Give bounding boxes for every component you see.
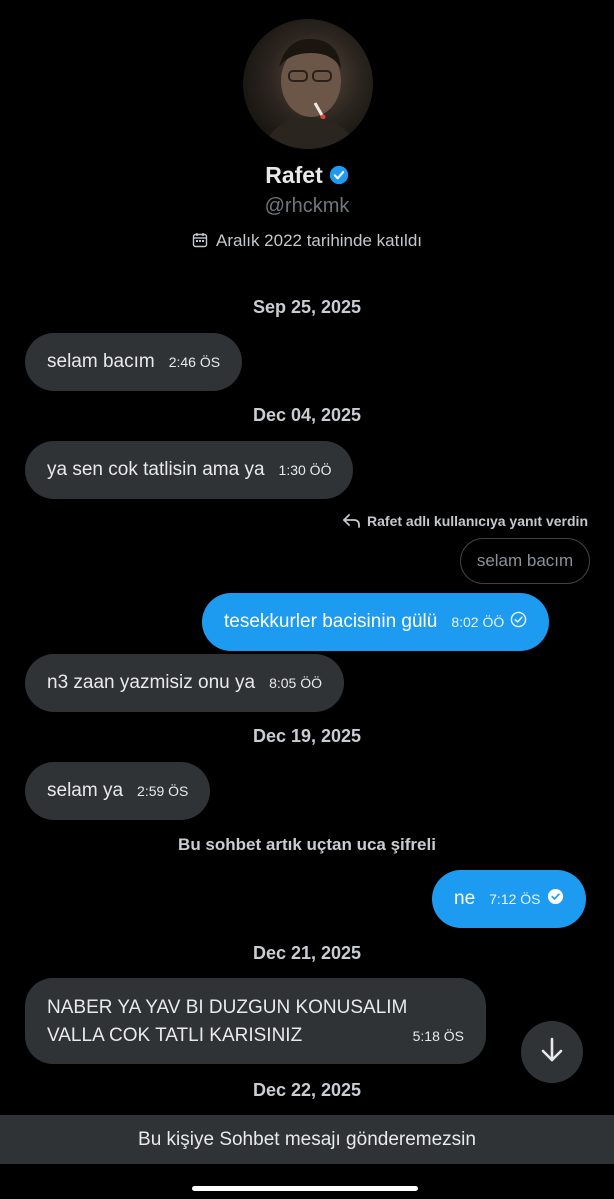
arrow-down-icon (538, 1036, 566, 1069)
message-text-line: VALLA COK TATLI KARISINIZ (47, 1025, 303, 1046)
cannot-message-text: Bu kişiye Sohbet mesajı gönderemezsin (138, 1128, 476, 1150)
message-time: 2:46 ÖS (168, 354, 221, 370)
received-message[interactable]: n3 zaan yazmisiz onu ya 8:05 ÖÖ (25, 654, 344, 712)
received-message[interactable]: ya sen cok tatlisin ama ya 1:30 ÖÖ (25, 441, 354, 499)
message-time: 2:59 ÖS (137, 783, 189, 799)
message-text: selam bacım (47, 351, 155, 372)
reply-arrow-icon (343, 514, 361, 531)
reply-context: Rafet adlı kullanıcıya yanıt verdin (343, 513, 588, 531)
message-time: 8:05 ÖÖ (269, 675, 322, 691)
message-text: selam ya (47, 780, 124, 801)
sent-message[interactable]: ne 7:12 ÖS (432, 870, 586, 928)
profile-name: Rafet (265, 162, 323, 188)
calendar-icon (192, 232, 208, 253)
sent-check-icon (510, 611, 527, 634)
message-text: tesekkurler bacisinin gülü (224, 611, 438, 632)
message-text: ya sen cok tatlisin ama ya (47, 459, 265, 480)
avatar-photo (263, 38, 357, 149)
message-text: n3 zaan yazmisiz onu ya (47, 672, 256, 693)
encryption-notice: Bu sohbet artık uçtan uca şifreli (178, 835, 436, 854)
cannot-message-banner: Bu kişiye Sohbet mesajı gönderemezsin (0, 1115, 614, 1164)
read-check-icon (547, 888, 564, 911)
scroll-to-bottom-button[interactable] (521, 1021, 583, 1083)
date-separator: Dec 19, 2025 (252, 726, 362, 746)
sent-message[interactable]: tesekkurler bacisinin gülü 8:02 ÖÖ (202, 593, 550, 651)
message-time: 5:18 ÖS (412, 1028, 464, 1044)
message-time: 7:12 ÖS (489, 891, 541, 907)
reply-context-text: Rafet adlı kullanıcıya yanıt verdin (367, 513, 588, 529)
date-separator: Dec 04, 2025 (252, 405, 362, 425)
quoted-message[interactable]: selam bacım (460, 538, 590, 584)
received-message[interactable]: NABER YA YAV BI DUZGUN KONUSALIM VALLA C… (25, 978, 486, 1064)
joined-date-row: Aralık 2022 tarihinde katıldı (0, 231, 614, 253)
home-indicator[interactable] (192, 1186, 418, 1191)
received-message[interactable]: selam bacım 2:46 ÖS (25, 333, 243, 391)
message-time: 8:02 ÖÖ (451, 614, 505, 630)
message-time: 1:30 ÖÖ (278, 462, 332, 478)
profile-name-row[interactable]: Rafet (0, 162, 614, 191)
verified-badge-icon (329, 164, 349, 191)
date-separator: Dec 22, 2025 (252, 1080, 362, 1100)
message-text: ne (454, 888, 476, 909)
joined-date-text: Aralık 2022 tarihinde katıldı (215, 231, 422, 250)
profile-handle: @rhckmk (264, 195, 350, 217)
message-text-line: NABER YA YAV BI DUZGUN KONUSALIM (47, 997, 408, 1018)
received-message[interactable]: selam ya 2:59 ÖS (25, 762, 211, 820)
date-separator: Dec 21, 2025 (252, 943, 362, 963)
date-separator: Sep 25, 2025 (252, 297, 362, 317)
profile-avatar[interactable] (243, 19, 373, 149)
